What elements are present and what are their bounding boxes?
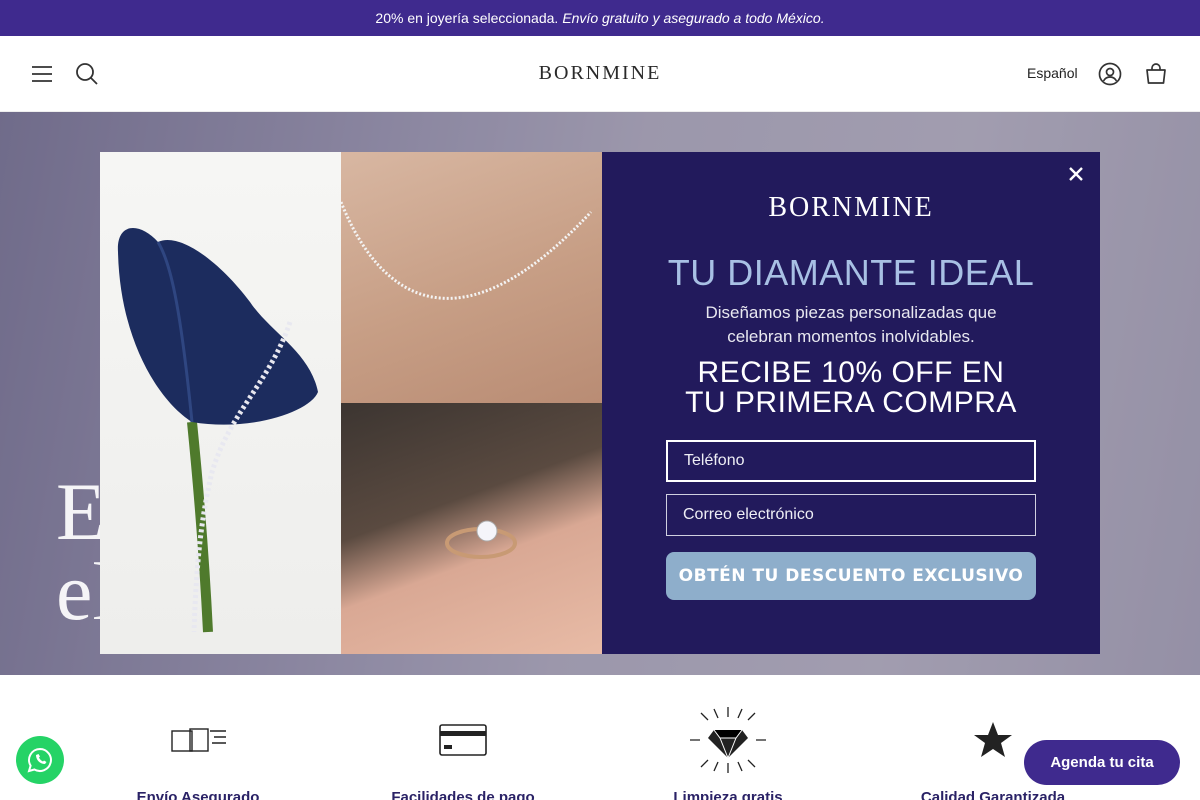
announcement-text: 20% en joyería seleccionada.: [375, 10, 559, 26]
site-header: BORNMINE Español: [0, 36, 1200, 112]
popup-offer-line2: TU PRIMERA COMPRA: [685, 386, 1017, 419]
calla-lily-image: [100, 152, 341, 654]
credit-card-icon: [333, 705, 593, 775]
language-selector[interactable]: Español: [1027, 65, 1078, 81]
feature-quality-label: Calidad Garantizada: [920, 789, 1066, 800]
feature-payment: Facilidades de pago: [333, 705, 593, 800]
feature-cleaning: Limpieza gratis: [598, 705, 858, 800]
diamond-icon: [598, 705, 858, 775]
popup-panel: BORNMINE TU DIAMANTE IDEAL Diseñamos pie…: [602, 152, 1100, 654]
popup-logo: BORNMINE: [768, 192, 934, 223]
agenda-cita-button[interactable]: Agenda tu cita: [1024, 740, 1180, 785]
popup-offer-line1: RECIBE 10% OFF EN: [697, 356, 1005, 389]
feature-payment-label: Facilidades de pago: [391, 789, 535, 800]
get-discount-button[interactable]: OBTÉN TU DESCUENTO EXCLUSIVO: [666, 552, 1036, 600]
account-icon[interactable]: [1096, 60, 1124, 88]
site-logo[interactable]: BORNMINE: [0, 62, 1200, 85]
whatsapp-icon[interactable]: [16, 736, 64, 784]
cart-icon[interactable]: [1142, 60, 1170, 88]
jewelry-photo-grid: [341, 152, 602, 654]
shipping-box-icon: [68, 705, 328, 775]
features-strip: Envío Asegurado Facilidades de pago Limp…: [0, 675, 1200, 800]
close-icon[interactable]: [1064, 162, 1088, 186]
phone-field[interactable]: [666, 440, 1036, 482]
feature-shipping: Envío Asegurado: [68, 705, 328, 800]
necklace-photo: [341, 152, 602, 403]
announcement-bar: 20% en joyería seleccionada. Envío gratu…: [0, 0, 1200, 36]
popup-description: Diseñamos piezas personalizadas que cele…: [705, 303, 997, 346]
email-field[interactable]: [666, 494, 1036, 536]
discount-popup: BORNMINE TU DIAMANTE IDEAL Diseñamos pie…: [100, 152, 1100, 654]
feature-shipping-label: Envío Asegurado: [136, 789, 260, 800]
announcement-shipping-text: Envío gratuito y asegurado a todo México…: [562, 10, 825, 26]
ring-photo: [341, 403, 602, 654]
feature-cleaning-label: Limpieza gratis: [673, 789, 783, 800]
popup-offer: RECIBE 10% OFF EN TU PRIMERA COMPRA: [602, 358, 1100, 418]
popup-title: TU DIAMANTE IDEAL: [667, 252, 1035, 293]
